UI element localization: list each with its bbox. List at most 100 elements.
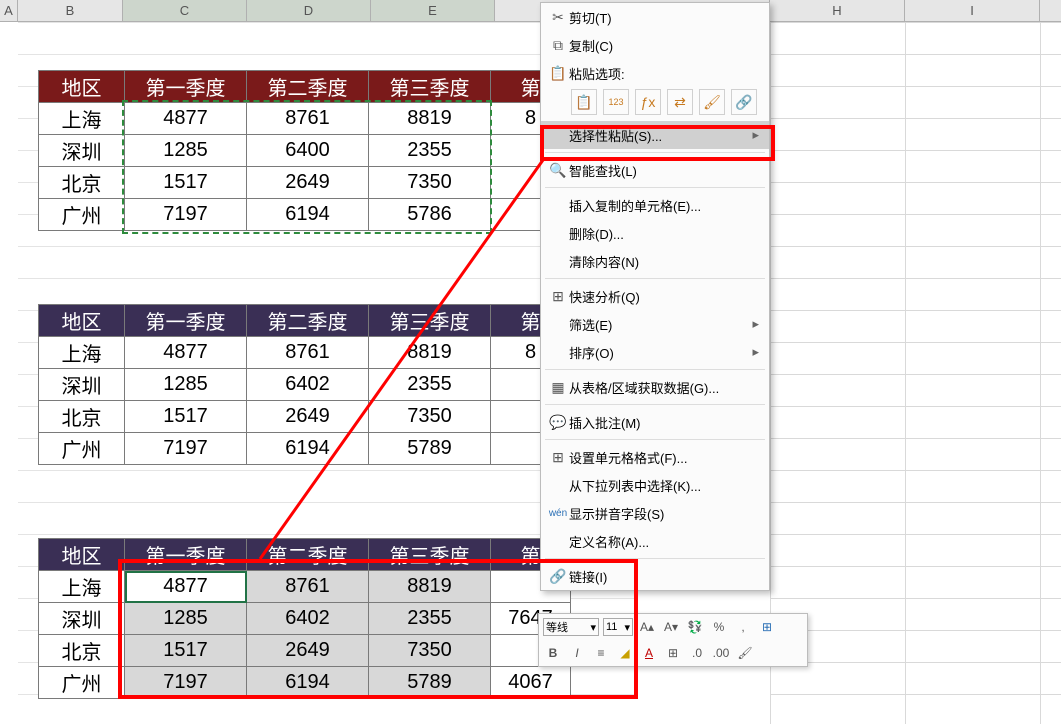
th-q3[interactable]: 第三季度 <box>369 71 491 103</box>
paste-option-all[interactable]: 📋 <box>571 89 597 115</box>
th-region[interactable]: 地区 <box>39 305 125 337</box>
menu-get-data[interactable]: ▦从表格/区域获取数据(G)... <box>541 373 769 401</box>
menu-smart-lookup[interactable]: 🔍智能查找(L) <box>541 156 769 184</box>
chevron-down-icon: ▾ <box>590 621 596 634</box>
comma-button[interactable]: , <box>733 620 753 634</box>
mini-toolbar: 等线▾ 11▾ A▴ A▾ 💱 % , ⊞ B I ≡ ◢ A ⊞ .0 .00… <box>538 613 808 667</box>
menu-separator <box>545 404 765 405</box>
table-1: 地区 第一季度 第二季度 第三季度 第 上海4877876188198 深圳12… <box>38 70 571 231</box>
table-row: 北京151726497350 <box>39 635 571 667</box>
menu-sort[interactable]: 排序(O)▸ <box>541 338 769 366</box>
table-row: 上海4877876188198 <box>39 103 571 135</box>
chevron-right-icon: ▸ <box>752 344 759 360</box>
th-q1[interactable]: 第一季度 <box>125 305 247 337</box>
table-row: 广州7197619457894067 <box>39 667 571 699</box>
copy-icon: ⧉ <box>547 37 569 54</box>
clipboard-icon: 📋 <box>547 65 569 82</box>
search-icon: 🔍 <box>547 162 569 179</box>
column-headers: A B C D E H I <box>0 0 1061 22</box>
chevron-right-icon: ▸ <box>752 316 759 332</box>
th-q2[interactable]: 第二季度 <box>247 539 369 571</box>
borders-button[interactable]: ⊞ <box>663 646 683 660</box>
menu-define-name[interactable]: 定义名称(A)... <box>541 527 769 555</box>
menu-separator <box>545 152 765 153</box>
th-q2[interactable]: 第二季度 <box>247 71 369 103</box>
menu-separator <box>545 278 765 279</box>
col-header-I[interactable]: I <box>905 0 1040 21</box>
italic-button[interactable]: I <box>567 646 587 660</box>
table-row: 上海4877876188198 <box>39 337 571 369</box>
th-q3[interactable]: 第三季度 <box>369 305 491 337</box>
context-menu: ✂剪切(T) ⧉复制(C) 📋粘贴选项: 📋 123 ƒx ⇄ 🖌 🔗 选择性粘… <box>540 2 770 591</box>
menu-insert-comment[interactable]: 💬插入批注(M) <box>541 408 769 436</box>
paste-option-formula[interactable]: ƒx <box>635 89 661 115</box>
th-q1[interactable]: 第一季度 <box>125 539 247 571</box>
table-2: 地区 第一季度 第二季度 第三季度 第 上海4877876188198 深圳12… <box>38 304 571 465</box>
paste-option-link[interactable]: 🔗 <box>731 89 757 115</box>
menu-filter[interactable]: 筛选(E)▸ <box>541 310 769 338</box>
menu-separator <box>545 369 765 370</box>
table-row: 深圳1285640223557647 <box>39 603 571 635</box>
paste-options-row: 📋 123 ƒx ⇄ 🖌 🔗 <box>541 87 769 121</box>
table-3: 地区 第一季度 第二季度 第三季度 第 上海487787618819 深圳128… <box>38 538 571 699</box>
grid-right <box>770 22 1061 724</box>
menu-format-cells[interactable]: ⊞设置单元格格式(F)... <box>541 443 769 471</box>
font-name-combo[interactable]: 等线▾ <box>543 618 599 636</box>
col-header-B[interactable]: B <box>18 0 123 21</box>
quick-analysis-icon: ⊞ <box>547 288 569 305</box>
cond-format-button[interactable]: ⊞ <box>757 620 777 634</box>
menu-separator <box>545 439 765 440</box>
increase-decimal-button[interactable]: .00 <box>711 646 731 660</box>
menu-delete[interactable]: 删除(D)... <box>541 219 769 247</box>
menu-separator <box>545 558 765 559</box>
increase-font-button[interactable]: A▴ <box>637 620 657 634</box>
col-header-E[interactable]: E <box>371 0 495 21</box>
chevron-right-icon: ▸ <box>752 127 759 143</box>
table-row: 广州719761945789 <box>39 433 571 465</box>
menu-quick-analysis[interactable]: ⊞快速分析(Q) <box>541 282 769 310</box>
percent-button[interactable]: % <box>709 620 729 634</box>
scissors-icon: ✂ <box>547 9 569 26</box>
menu-cut[interactable]: ✂剪切(T) <box>541 3 769 31</box>
menu-paste-special[interactable]: 选择性粘贴(S)...▸ <box>541 121 769 149</box>
fill-color-button[interactable]: ◢ <box>615 646 635 660</box>
font-size-combo[interactable]: 11▾ <box>603 618 633 636</box>
col-header-A[interactable]: A <box>0 0 18 21</box>
phonetic-icon: wén <box>547 508 569 519</box>
font-color-button[interactable]: A <box>639 646 659 660</box>
paste-option-formatting[interactable]: 🖌 <box>699 89 725 115</box>
th-region[interactable]: 地区 <box>39 71 125 103</box>
menu-paste-options-label: 📋粘贴选项: <box>541 59 769 87</box>
accounting-format-button[interactable]: 💱 <box>685 620 705 634</box>
col-header-C[interactable]: C <box>123 0 247 21</box>
format-painter-button[interactable]: 🖌 <box>735 646 755 660</box>
paste-option-values[interactable]: 123 <box>603 89 629 115</box>
table-row: 深圳128564002355 <box>39 135 571 167</box>
table-row: 广州719761945786 <box>39 199 571 231</box>
th-region[interactable]: 地区 <box>39 539 125 571</box>
paste-option-transpose[interactable]: ⇄ <box>667 89 693 115</box>
table-row: 北京151726497350 <box>39 167 571 199</box>
link-icon: 🔗 <box>547 568 569 585</box>
table-row: 上海487787618819 <box>39 571 571 603</box>
table-row: 深圳128564022355 <box>39 369 571 401</box>
th-q2[interactable]: 第二季度 <box>247 305 369 337</box>
col-header-D[interactable]: D <box>247 0 371 21</box>
menu-insert-copied[interactable]: 插入复制的单元格(E)... <box>541 191 769 219</box>
table-row: 北京151726497350 <box>39 401 571 433</box>
menu-link[interactable]: 🔗链接(I) <box>541 562 769 590</box>
align-button[interactable]: ≡ <box>591 646 611 660</box>
decrease-font-button[interactable]: A▾ <box>661 620 681 634</box>
table-icon: ▦ <box>547 379 569 396</box>
bold-button[interactable]: B <box>543 646 563 660</box>
decrease-decimal-button[interactable]: .0 <box>687 646 707 660</box>
menu-pick-from-list[interactable]: 从下拉列表中选择(K)... <box>541 471 769 499</box>
menu-clear[interactable]: 清除内容(N) <box>541 247 769 275</box>
th-q1[interactable]: 第一季度 <box>125 71 247 103</box>
menu-phonetic[interactable]: wén显示拼音字段(S) <box>541 499 769 527</box>
menu-copy[interactable]: ⧉复制(C) <box>541 31 769 59</box>
chevron-down-icon: ▾ <box>624 621 630 634</box>
comment-icon: 💬 <box>547 414 569 431</box>
col-header-H[interactable]: H <box>770 0 905 21</box>
th-q3[interactable]: 第三季度 <box>369 539 491 571</box>
